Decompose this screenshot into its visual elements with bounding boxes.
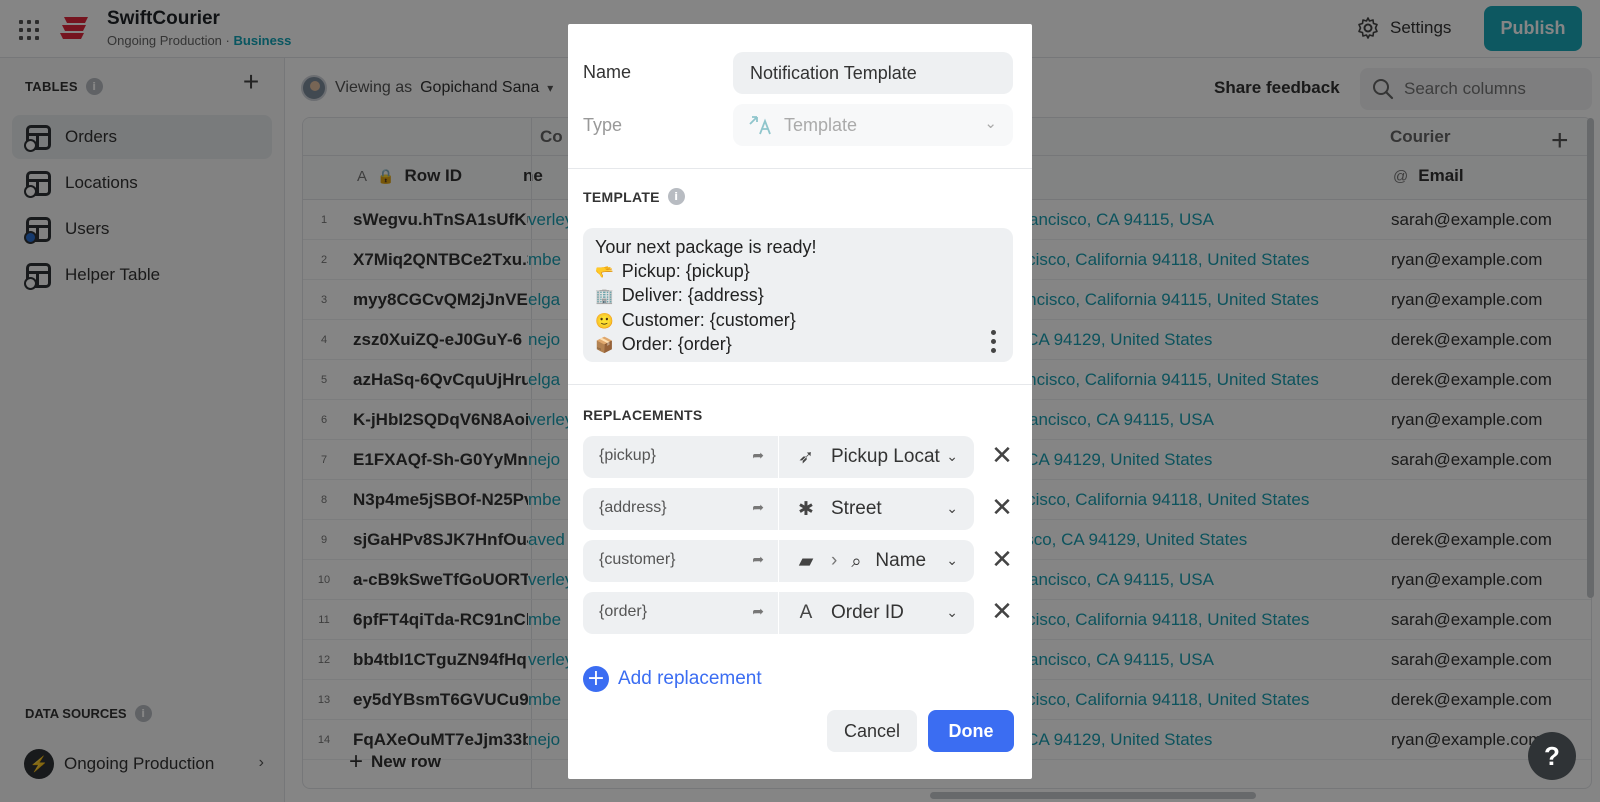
template-type-icon bbox=[749, 116, 771, 135]
name-input[interactable] bbox=[733, 52, 1013, 94]
text-type-icon: A bbox=[799, 602, 813, 623]
template-text[interactable]: Your next package is ready! 🫳 Pickup: {pic… bbox=[595, 236, 1001, 358]
replacement-value-select[interactable]: ▰ › ⌕ Name ⌄ bbox=[779, 540, 974, 582]
template-line: 📦 Order: {order} bbox=[595, 333, 1001, 358]
chevron-down-icon: ⌄ bbox=[946, 552, 958, 568]
template-line-text: Order: {order} bbox=[621, 334, 732, 354]
divider bbox=[568, 168, 1032, 169]
replacement-value-select[interactable]: ➶ Pickup Locat ⌄ bbox=[779, 436, 974, 478]
emoji-icon: 📦 bbox=[595, 337, 614, 354]
location-text-icon: ➶ bbox=[798, 446, 814, 468]
type-value: Template bbox=[784, 114, 858, 135]
folder-path-icon: ▰ bbox=[798, 550, 814, 572]
template-editor[interactable]: Your next package is ready! 🫳 Pickup: {pic… bbox=[583, 228, 1013, 362]
divider bbox=[568, 384, 1032, 385]
replacement-value: Order ID bbox=[831, 602, 904, 623]
edit-column-dialog: Name Type Template ⌄ TEMPLATE i Your nex… bbox=[568, 24, 1032, 779]
replacement-key: {address} bbox=[599, 499, 667, 516]
replacement-key-input[interactable]: {pickup} ➦ bbox=[583, 436, 778, 478]
replacement-value: Name bbox=[875, 550, 927, 571]
template-line: 🙂 Customer: {customer} bbox=[595, 309, 1001, 334]
arrow-right-icon: ➦ bbox=[752, 499, 764, 515]
name-label: Name bbox=[583, 62, 632, 82]
template-line: 🫳 Pickup: {pickup} bbox=[595, 260, 1001, 285]
replacement-key: {pickup} bbox=[599, 447, 656, 464]
template-line: Your next package is ready! bbox=[595, 236, 1001, 260]
row-lookup-icon: ⌕ bbox=[851, 550, 862, 571]
type-label: Type bbox=[583, 115, 623, 135]
replacement-row: {pickup} ➦ ➶ Pickup Locat ⌄ ✕ bbox=[583, 436, 1013, 478]
emoji-icon: 🫳 bbox=[595, 263, 614, 281]
replacements-header-label: REPLACEMENTS bbox=[583, 407, 703, 423]
chevron-down-icon: ⌄ bbox=[946, 448, 958, 464]
chevron-down-icon: ⌄ bbox=[984, 115, 997, 132]
asterisk-icon: ✱ bbox=[798, 498, 814, 520]
replacement-row: {address} ➦ ✱ Street ⌄ ✕ bbox=[583, 488, 1013, 530]
template-line-text: Customer: {customer} bbox=[621, 309, 796, 330]
replacement-value-select[interactable]: A Order ID ⌄ bbox=[779, 592, 974, 634]
template-header-label: TEMPLATE bbox=[583, 188, 660, 205]
replacement-value: Street bbox=[831, 498, 882, 519]
replacement-row: {order} ➦ A Order ID ⌄ ✕ bbox=[583, 592, 1013, 634]
chevron-right-icon: › bbox=[831, 550, 838, 571]
replacement-key-input[interactable]: {order} ➦ bbox=[583, 592, 778, 634]
cancel-button[interactable]: Cancel bbox=[827, 710, 917, 752]
type-select[interactable]: Template ⌄ bbox=[733, 104, 1013, 146]
remove-replacement-icon[interactable]: ✕ bbox=[987, 442, 1017, 472]
replacement-key-input[interactable]: {customer} ➦ bbox=[583, 540, 778, 582]
replacement-value-select[interactable]: ✱ Street ⌄ bbox=[779, 488, 974, 530]
replacement-key-input[interactable]: {address} ➦ bbox=[583, 488, 778, 530]
replacements-section-header: REPLACEMENTS bbox=[583, 407, 703, 423]
more-options-icon[interactable] bbox=[991, 330, 996, 353]
replacement-key: {order} bbox=[599, 603, 648, 620]
add-replacement-label: Add replacement bbox=[618, 668, 762, 689]
add-replacement-button[interactable]: + Add replacement bbox=[583, 666, 762, 692]
done-button[interactable]: Done bbox=[928, 710, 1014, 752]
chevron-down-icon: ⌄ bbox=[946, 500, 958, 516]
arrow-right-icon: ➦ bbox=[752, 447, 764, 463]
remove-replacement-icon[interactable]: ✕ bbox=[987, 546, 1017, 576]
plus-circle-icon: + bbox=[583, 666, 609, 692]
template-line-text: Your next package is ready! bbox=[595, 237, 817, 257]
replacement-row: {customer} ➦ ▰ › ⌕ Name ⌄ ✕ bbox=[583, 540, 1013, 582]
template-section-header: TEMPLATE i bbox=[583, 188, 685, 205]
emoji-icon: 🙂 bbox=[595, 312, 614, 330]
replacement-value: Pickup Locat bbox=[831, 446, 940, 467]
template-line-text: Pickup: {pickup} bbox=[621, 260, 750, 281]
replacement-key: {customer} bbox=[599, 551, 676, 568]
emoji-icon: 🏢 bbox=[595, 288, 614, 305]
help-button[interactable]: ? bbox=[1528, 732, 1576, 780]
chevron-down-icon: ⌄ bbox=[946, 604, 958, 620]
remove-replacement-icon[interactable]: ✕ bbox=[987, 598, 1017, 628]
remove-replacement-icon[interactable]: ✕ bbox=[987, 494, 1017, 524]
info-icon[interactable]: i bbox=[667, 188, 685, 205]
arrow-right-icon: ➦ bbox=[752, 603, 764, 619]
arrow-right-icon: ➦ bbox=[752, 551, 764, 567]
template-line-text: Deliver: {address} bbox=[621, 285, 764, 305]
template-line: 🏢 Deliver: {address} bbox=[595, 284, 1001, 309]
